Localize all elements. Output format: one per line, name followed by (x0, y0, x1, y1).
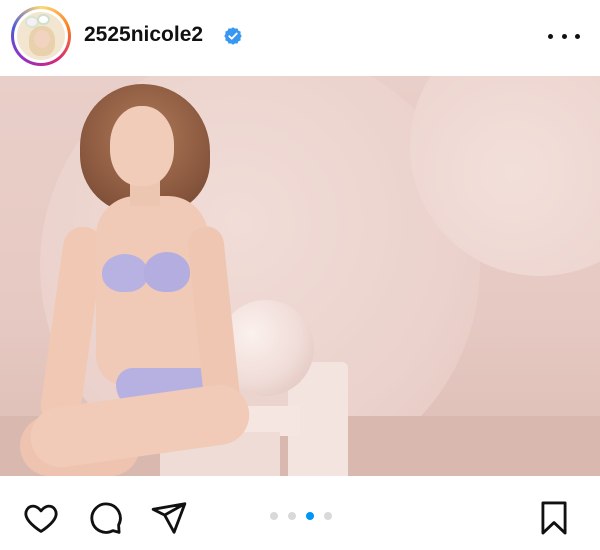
verified-badge-icon (224, 27, 242, 45)
carousel-dot-active (306, 512, 314, 520)
carousel-dot (270, 512, 278, 520)
model-torso (96, 196, 208, 386)
avatar-flower (39, 16, 48, 23)
avatar[interactable] (17, 12, 65, 60)
post-photo[interactable] (0, 76, 600, 476)
more-dot (561, 33, 567, 39)
heart-icon[interactable] (22, 499, 60, 537)
send-icon[interactable] (150, 499, 188, 537)
bookmark-icon[interactable] (535, 499, 573, 537)
model-top-left (102, 254, 148, 292)
action-bar (0, 476, 600, 550)
carousel-dot (324, 512, 332, 520)
more-dot (575, 33, 580, 39)
carousel-dot (288, 512, 296, 520)
comment-icon[interactable] (86, 499, 124, 537)
more-options-icon[interactable] (548, 26, 580, 46)
carousel-indicator (270, 511, 332, 521)
model-top-right (144, 252, 190, 292)
avatar-face (34, 30, 50, 48)
avatar-flower (27, 18, 37, 26)
more-dot (548, 33, 553, 39)
story-ring[interactable] (11, 6, 71, 66)
username[interactable]: 2525nicole2 (84, 23, 203, 47)
model-head (110, 106, 174, 186)
avatar-gap (14, 9, 68, 63)
post-header: 2525nicole2 (0, 0, 600, 76)
